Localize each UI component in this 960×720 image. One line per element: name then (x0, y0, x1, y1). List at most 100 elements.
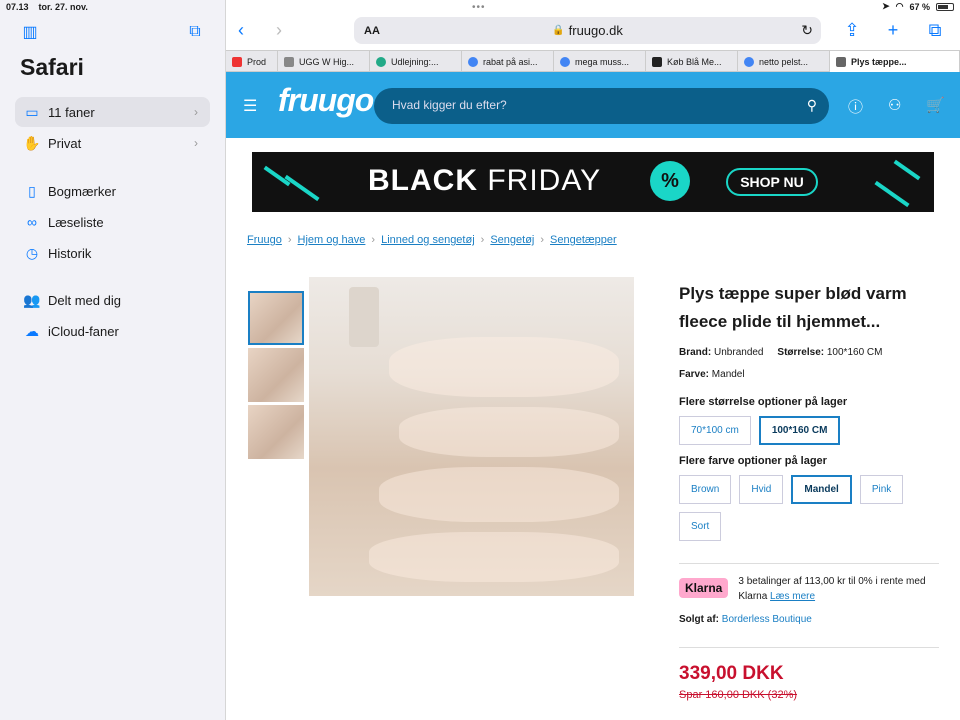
product-thumbnail[interactable] (248, 291, 304, 345)
percent-badge-icon: % (650, 161, 690, 201)
breadcrumb-link[interactable]: Linned og sengetøj (381, 234, 475, 246)
sidebar-item-icloud[interactable]: ☁ iCloud-faner (15, 316, 210, 346)
back-icon[interactable]: ‹ (238, 20, 244, 41)
tab-label: Køb Blå Me... (667, 56, 722, 67)
sidebar-item-tabs[interactable]: ▭ 11 faner › (15, 97, 210, 127)
help-icon[interactable]: ⓘ (848, 96, 863, 117)
color-label: Farve: (679, 369, 710, 380)
search-input[interactable] (392, 98, 772, 112)
search-icon[interactable]: ⚲ (807, 97, 817, 114)
sidebar-item-label: Læseliste (48, 214, 104, 230)
reload-icon[interactable]: ↻ (801, 22, 813, 39)
product-main-image[interactable] (309, 277, 634, 596)
sidebar-toggle-icon[interactable]: ▥ (20, 22, 40, 42)
shop-now-button[interactable]: SHOP NU (726, 168, 818, 196)
black-friday-banner[interactable]: BLACK FRIDAY % SHOP NU (252, 152, 934, 212)
breadcrumb-separator: › (540, 234, 545, 246)
color-options-label: Flere farve optioner på lager (679, 455, 827, 467)
tab-label: UGG W Hig... (299, 56, 355, 67)
browser-tab[interactable]: UGG W Hig... (278, 51, 370, 72)
location-icon: ➤ (882, 1, 890, 11)
product-info: Plys tæppe super blød varm fleece plide … (679, 280, 939, 701)
sidebar-item-reading-list[interactable]: ∞ Læseliste (15, 207, 210, 237)
color-option[interactable]: Sort (679, 512, 722, 541)
reader-settings-button[interactable]: AA (364, 25, 380, 37)
sold-by: Solgt af: Borderless Boutique (679, 614, 939, 625)
sidebar-item-history[interactable]: ◷ Historik (15, 238, 210, 268)
chevron-right-icon: › (194, 136, 198, 150)
tab-label: Prod (247, 56, 267, 67)
fruugo-logo[interactable]: fruugo (278, 82, 374, 119)
clock-icon: ◷ (25, 244, 39, 261)
tab-label: netto pelst... (759, 56, 809, 67)
tab-label: Udlejning:... (391, 56, 439, 67)
browser-toolbar: ‹ › AA 🔒 fruugo.dk ↻ ⇪ + ⧉ (226, 14, 960, 48)
size-label: Størrelse: (777, 347, 825, 358)
size-options: 70*100 cm 100*160 CM (679, 416, 939, 445)
sidebar-item-label: 11 faner (48, 104, 95, 120)
size-option[interactable]: 70*100 cm (679, 416, 751, 445)
product-thumbnail[interactable] (248, 348, 304, 402)
sidebar-item-private[interactable]: ✋ Privat › (15, 128, 210, 158)
tab-group-add-icon[interactable]: ⧉ (185, 22, 205, 42)
google-icon (468, 56, 478, 67)
breadcrumb-separator: › (480, 234, 485, 246)
tab-overview-icon[interactable]: ⧉ (923, 18, 947, 42)
sidebar-item-label: Delt med dig (48, 292, 121, 308)
cart-icon[interactable]: 🛒 (926, 96, 945, 114)
sidebar-item-bookmarks[interactable]: ▯ Bogmærker (15, 176, 210, 206)
color-option[interactable]: Brown (679, 475, 732, 504)
menu-icon[interactable]: ☰ (243, 96, 257, 116)
color-option-selected[interactable]: Mandel (791, 475, 852, 504)
product-thumbnail[interactable] (248, 405, 304, 459)
browser-tab-active[interactable]: Plys tæppe... (830, 51, 960, 72)
favicon-icon (652, 56, 662, 67)
breadcrumb-link[interactable]: Sengetøj (490, 234, 534, 246)
favicon-icon (284, 56, 294, 67)
close-tab-icon[interactable] (836, 56, 846, 67)
klarna-read-more-link[interactable]: Læs mere (770, 591, 815, 602)
status-date: tor. 27. nov. (38, 2, 88, 12)
breadcrumb-link[interactable]: Hjem og have (298, 234, 366, 246)
breadcrumb: Fruugo › Hjem og have › Linned og senget… (247, 234, 617, 246)
google-icon (744, 56, 754, 67)
site-search[interactable]: ⚲ (374, 88, 829, 124)
browser-tab[interactable]: Køb Blå Me... (646, 51, 738, 72)
product-meta: Brand: Unbranded Størrelse: 100*160 CM F… (679, 342, 939, 386)
size-options-label: Flere størrelse optioner på lager (679, 396, 848, 408)
breadcrumb-separator: › (371, 234, 376, 246)
browser-tab[interactable]: Udlejning:... (370, 51, 462, 72)
banner-friday: FRIDAY (487, 164, 602, 197)
favicon-icon (232, 56, 242, 67)
breadcrumb-link[interactable]: Sengetæpper (550, 234, 617, 246)
forward-icon[interactable]: › (276, 20, 282, 41)
tabs-icon: ▭ (25, 103, 39, 120)
browser-tab[interactable]: netto pelst... (738, 51, 830, 72)
google-icon (560, 56, 570, 67)
brand-value: Unbranded (714, 347, 764, 358)
size-option-selected[interactable]: 100*160 CM (758, 416, 841, 445)
share-icon[interactable]: ⇪ (840, 18, 864, 42)
klarna-badge: Klarna (679, 578, 729, 598)
sidebar-item-shared[interactable]: 👥 Delt med dig (15, 285, 210, 315)
site-header: ☰ fruugo ⚲ ⓘ ⚇ 🛒 (226, 72, 960, 138)
browser-tab[interactable]: Prod (226, 51, 278, 72)
address-bar[interactable]: AA 🔒 fruugo.dk ↻ (354, 17, 821, 44)
product-savings: Spar 160,00 DKK (32%) (679, 689, 798, 701)
new-tab-icon[interactable]: + (881, 18, 905, 42)
browser-area: ‹ › AA 🔒 fruugo.dk ↻ ⇪ + ⧉ Prod UGG W Hi… (226, 0, 960, 720)
klarna-block: Klarna 3 betalinger af 113,00 kr til 0% … (679, 563, 939, 604)
battery-percent: 67 % (909, 1, 930, 12)
account-icon[interactable]: ⚇ (888, 96, 901, 114)
tab-label: rabat på asi... (483, 56, 538, 67)
color-option[interactable]: Pink (859, 475, 904, 504)
browser-tab[interactable]: rabat på asi... (462, 51, 554, 72)
product-title: Plys tæppe super blød varm fleece plide … (679, 284, 907, 331)
multitask-dots[interactable]: ••• (472, 2, 486, 13)
seller-link[interactable]: Borderless Boutique (722, 614, 812, 625)
color-option[interactable]: Hvid (739, 475, 784, 504)
breadcrumb-link[interactable]: Fruugo (247, 234, 282, 246)
browser-tab[interactable]: mega muss... (554, 51, 646, 72)
sidebar-item-label: Bogmærker (48, 183, 116, 199)
banner-black: BLACK (368, 164, 478, 197)
